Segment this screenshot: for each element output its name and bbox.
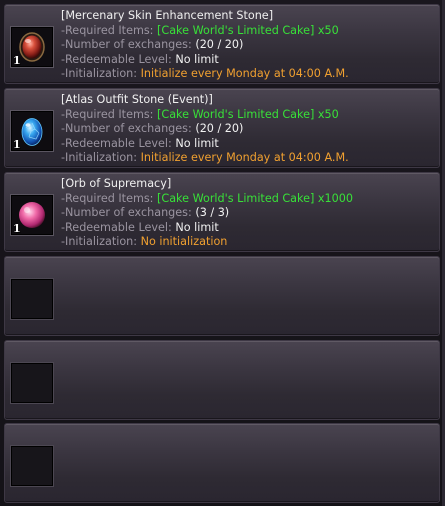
exchanges-value: (20 / 20) bbox=[195, 38, 244, 52]
item-quantity: 1 bbox=[13, 222, 21, 235]
empty-icon-frame bbox=[10, 445, 54, 487]
pink-orb-icon bbox=[19, 202, 45, 228]
required-items-label: -Required Items: bbox=[61, 23, 154, 37]
item-icon-frame[interactable]: 1 bbox=[10, 26, 54, 68]
item-title: [Atlas Outfit Stone (Event)] bbox=[61, 93, 213, 106]
empty-item-slot bbox=[4, 340, 440, 420]
item-icon-frame[interactable]: 1 bbox=[10, 110, 54, 152]
redeemable-level-label: -Redeemable Level: bbox=[61, 220, 172, 234]
exchange-item-slot[interactable]: 1 [Mercenary Skin Enhancement Stone] -Re… bbox=[4, 4, 440, 84]
exchanges-label: -Number of exchanges: bbox=[61, 206, 192, 220]
item-title: [Orb of Supremacy] bbox=[61, 177, 172, 190]
required-items-label: -Required Items: bbox=[61, 107, 154, 121]
exchange-list-panel: 1 [Mercenary Skin Enhancement Stone] -Re… bbox=[0, 0, 445, 506]
required-items-value: [Cake World's Limited Cake] x50 bbox=[157, 23, 339, 37]
redeemable-level-label: -Redeemable Level: bbox=[61, 52, 172, 66]
redeemable-level-value: No limit bbox=[175, 52, 219, 66]
exchanges-label: -Number of exchanges: bbox=[61, 38, 192, 52]
exchange-item-slot[interactable]: 1 [Atlas Outfit Stone (Event)] -Required… bbox=[4, 88, 440, 168]
item-icon-frame[interactable]: 1 bbox=[10, 194, 54, 236]
required-items-value: [Cake World's Limited Cake] x1000 bbox=[157, 191, 354, 205]
initialization-label: -Initialization: bbox=[61, 235, 138, 249]
empty-item-slot bbox=[4, 423, 440, 503]
item-info: [Atlas Outfit Stone (Event)] -Required I… bbox=[61, 93, 435, 166]
redeemable-level-value: No limit bbox=[175, 220, 219, 234]
initialization-label: -Initialization: bbox=[61, 151, 138, 165]
required-items-value: [Cake World's Limited Cake] x50 bbox=[157, 107, 339, 121]
initialization-value: No initialization bbox=[140, 235, 228, 249]
empty-icon-frame bbox=[10, 278, 54, 320]
initialization-label: -Initialization: bbox=[61, 67, 138, 81]
item-title: [Mercenary Skin Enhancement Stone] bbox=[61, 9, 274, 22]
empty-item-slot bbox=[4, 256, 440, 336]
required-items-label: -Required Items: bbox=[61, 191, 154, 205]
exchanges-value: (20 / 20) bbox=[195, 122, 244, 136]
redeemable-level-label: -Redeemable Level: bbox=[61, 136, 172, 150]
initialization-value: Initialize every Monday at 04:00 A.M. bbox=[140, 151, 349, 165]
blue-crystal-egg-icon bbox=[21, 118, 43, 146]
item-info: [Orb of Supremacy] -Required Items: [Cak… bbox=[61, 177, 435, 250]
empty-icon-frame bbox=[10, 362, 54, 404]
red-gem-icon bbox=[19, 32, 45, 62]
exchange-item-slot[interactable]: 1 [Orb of Supremacy] -Required Items: [C… bbox=[4, 172, 440, 252]
item-quantity: 1 bbox=[13, 54, 21, 67]
redeemable-level-value: No limit bbox=[175, 136, 219, 150]
item-info: [Mercenary Skin Enhancement Stone] -Requ… bbox=[61, 9, 435, 82]
exchanges-label: -Number of exchanges: bbox=[61, 122, 192, 136]
exchanges-value: (3 / 3) bbox=[195, 206, 230, 220]
item-quantity: 1 bbox=[13, 138, 21, 151]
initialization-value: Initialize every Monday at 04:00 A.M. bbox=[140, 67, 349, 81]
